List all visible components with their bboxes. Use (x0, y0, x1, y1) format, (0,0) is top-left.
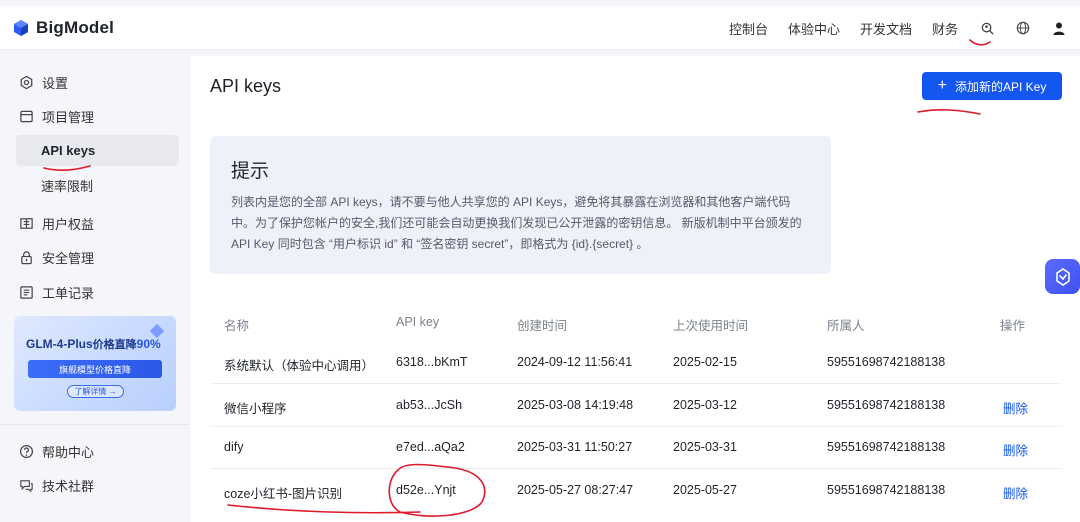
cell-last-used: 2025-03-12 (673, 398, 737, 412)
promo-banner[interactable]: GLM-4-Plus价格直降90% 旗舰模型价格直降 了解详情 → (14, 316, 176, 411)
ticket-icon (18, 284, 34, 300)
plus-icon: + (937, 77, 947, 94)
cell-owner: 59551698742188138 (827, 483, 946, 497)
help-icon (18, 443, 34, 459)
table-row: 系统默认（体验中心调用） 6318...bKmT 2024-09-12 11:5… (210, 342, 1062, 384)
lock-icon (18, 249, 34, 265)
settings-icon (18, 74, 34, 90)
table-row: coze小红书-图片识别 d52e...Ynjt 2025-05-27 08:2… (210, 470, 1062, 512)
add-api-key-button[interactable]: + 添加新的API Key (922, 72, 1062, 100)
cell-name: 微信小程序 (224, 402, 287, 416)
page-title: API keys (210, 76, 282, 96)
sidebar-item-label: 帮助中心 (42, 444, 95, 460)
sidebar-item-label: 安全管理 (42, 250, 95, 266)
top-nav: 控制台 体验中心 开发文档 财务 (709, 6, 1080, 50)
sidebar-item-label: 工单记录 (42, 285, 95, 301)
table-header: 名称 API key 创建时间 上次使用时间 所属人 操作 (210, 306, 1062, 342)
benefits-icon (18, 215, 34, 231)
table-row: 微信小程序 ab53...JcSh 2025-03-08 14:19:48 20… (210, 385, 1062, 427)
sidebar-item-help[interactable]: 帮助中心 (0, 436, 190, 466)
sidebar: 设置 项目管理 API keys 速率限制 用户权益 安全管理 工单记录 GLM… (0, 56, 190, 522)
sidebar-item-tickets[interactable]: 工单记录 (0, 277, 190, 307)
cell-owner: 59551698742188138 (827, 440, 946, 454)
sidebar-item-api-keys[interactable]: API keys (16, 135, 179, 166)
sidebar-item-label: 项目管理 (42, 109, 95, 125)
sidebar-item-rate-limit[interactable]: 速率限制 (16, 170, 179, 201)
project-icon (18, 108, 34, 124)
cell-created: 2025-03-31 11:50:27 (517, 440, 633, 454)
cell-owner: 59551698742188138 (827, 398, 946, 412)
user-search-icon[interactable] (978, 19, 996, 37)
tip-title: 提示 (231, 161, 270, 182)
tip-body: 列表内是您的全部 API keys，请不要与他人共享您的 API Keys，避免… (231, 195, 802, 251)
sidebar-item-settings[interactable]: 设置 (0, 67, 190, 97)
brand-name: BigModel (36, 18, 115, 37)
assistant-icon (1055, 267, 1070, 286)
nav-experience-center[interactable]: 体验中心 (788, 19, 840, 38)
cell-owner: 59551698742188138 (827, 355, 946, 369)
delete-key-button[interactable]: 删除 (1003, 440, 1028, 459)
add-api-key-label: 添加新的API Key (954, 79, 1047, 94)
delete-key-button[interactable]: 删除 (1003, 483, 1028, 502)
cell-name: dify (224, 440, 244, 454)
user-icon[interactable] (1050, 19, 1068, 37)
community-icon (18, 477, 34, 493)
sidebar-item-security[interactable]: 安全管理 (0, 242, 190, 272)
nav-finance[interactable]: 财务 (932, 19, 958, 38)
cell-created: 2025-05-27 08:27:47 (517, 483, 634, 497)
table-row: dify e7ed...aQa2 2025-03-31 11:50:27 202… (210, 427, 1062, 469)
promo-title: GLM-4-Plus价格直降90% (26, 337, 161, 351)
cell-name: 系统默认（体验中心调用） (224, 359, 375, 373)
sidebar-item-label: 技术社群 (42, 478, 95, 494)
cell-created: 2025-03-08 14:19:48 (517, 398, 634, 412)
sidebar-item-projects[interactable]: 项目管理 (0, 101, 190, 131)
delete-key-button[interactable]: 删除 (1003, 398, 1028, 417)
logo[interactable]: BigModel (12, 18, 114, 38)
globe-icon[interactable] (1014, 19, 1032, 37)
sidebar-item-label: 用户权益 (42, 216, 95, 232)
column-header-api-key: API key (396, 315, 440, 329)
cell-api-key: 6318...bKmT (396, 355, 468, 369)
main-content: API keys + 添加新的API Key 提示 列表内是您的全部 API k… (190, 56, 1080, 522)
column-header-name: 名称 (224, 319, 250, 333)
sidebar-divider (0, 424, 190, 425)
tip-box: 提示 列表内是您的全部 API keys，请不要与他人共享您的 API Keys… (210, 136, 831, 274)
cell-created: 2024-09-12 11:56:41 (517, 355, 633, 369)
column-header-last-used: 上次使用时间 (673, 319, 749, 333)
cell-last-used: 2025-03-31 (673, 440, 737, 454)
sidebar-item-community[interactable]: 技术社群 (0, 470, 190, 500)
cell-api-key: ab53...JcSh (396, 398, 463, 412)
top-bar: BigModel 控制台 体验中心 开发文档 财务 (0, 6, 1080, 50)
bigmodel-logo-icon (14, 20, 28, 36)
cell-api-key: e7ed...aQa2 (396, 440, 465, 454)
nav-console[interactable]: 控制台 (729, 19, 768, 38)
cell-last-used: 2025-05-27 (673, 483, 737, 497)
promo-learn-more-button[interactable]: 了解详情 → (67, 385, 124, 398)
sidebar-item-label: 设置 (42, 75, 69, 91)
sidebar-item-benefits[interactable]: 用户权益 (0, 208, 190, 238)
cell-name: coze小红书-图片识别 (224, 487, 343, 501)
assistant-float-button[interactable] (1045, 259, 1080, 294)
column-header-actions: 操作 (1000, 319, 1026, 333)
promo-subtitle: 旗舰模型价格直降 (28, 360, 162, 378)
cell-last-used: 2025-02-15 (673, 355, 737, 369)
column-header-created: 创建时间 (517, 319, 568, 333)
column-header-owner: 所属人 (827, 319, 865, 333)
cell-api-key: d52e...Ynjt (396, 483, 456, 497)
nav-docs[interactable]: 开发文档 (860, 19, 912, 38)
